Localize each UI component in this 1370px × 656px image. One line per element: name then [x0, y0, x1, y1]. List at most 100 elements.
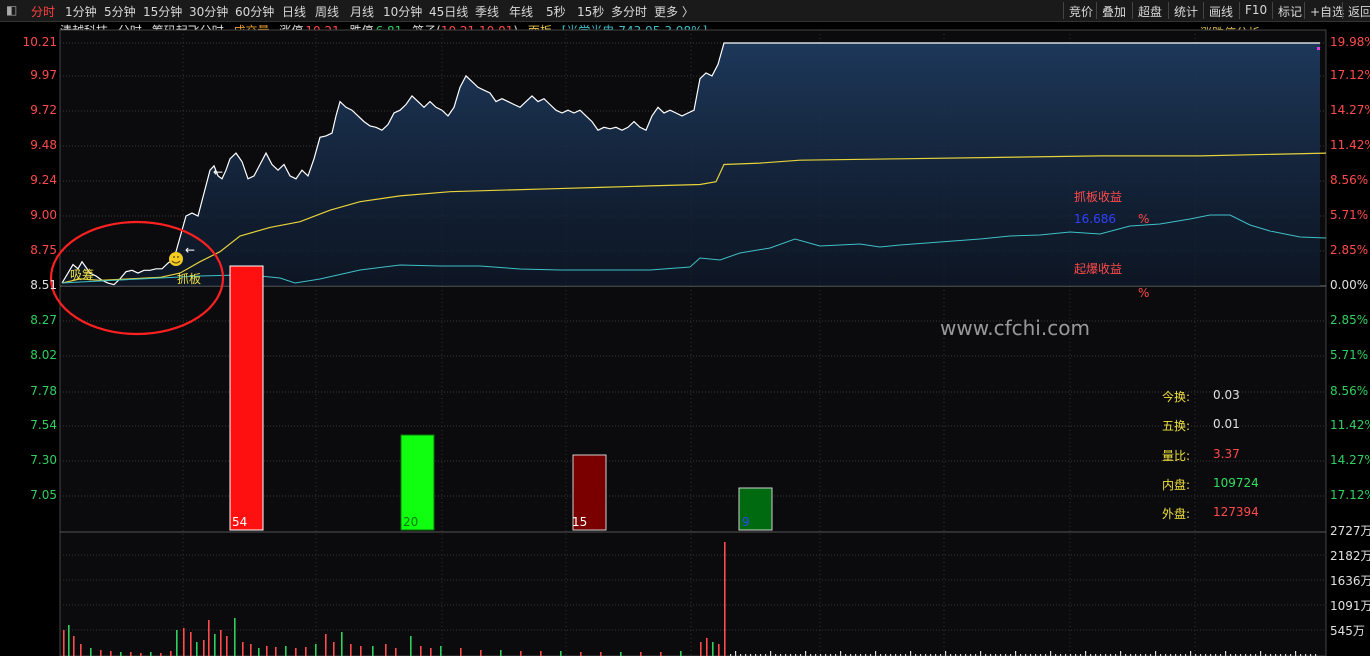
- stat-label: 量比:: [1162, 449, 1191, 463]
- price-axis-label: 9.00: [30, 208, 57, 222]
- volume-bar: [712, 642, 714, 656]
- stat-label: 外盘:: [1162, 507, 1191, 521]
- volume-bar: [150, 652, 152, 656]
- volume-bar: [350, 644, 352, 656]
- volume-bar: [176, 630, 178, 656]
- price-axis-label: 8.02: [30, 348, 57, 362]
- price-axis-label: 9.72: [30, 103, 57, 117]
- percent-axis-label: 0.00%: [1330, 278, 1369, 292]
- volume-bar: [910, 651, 912, 656]
- volume-bar: [410, 636, 412, 656]
- volume-bar: [208, 620, 210, 656]
- volume-bar: [130, 652, 132, 656]
- percent-axis-label: 8.56%: [1330, 173, 1369, 187]
- volume-bar: [580, 652, 582, 656]
- stat-label: 五换:: [1162, 419, 1191, 433]
- percent-axis-label: 14.27%: [1330, 453, 1370, 467]
- volume-bar: [325, 634, 327, 656]
- volume-bar: [620, 652, 622, 656]
- volume-bar: [305, 647, 307, 656]
- volume-bar: [500, 650, 502, 656]
- stat-label: 今换:: [1162, 390, 1191, 404]
- volume-bar: [520, 651, 522, 656]
- percent-axis-label: 14.27%: [1330, 103, 1370, 117]
- volume-bar: [1260, 651, 1262, 656]
- price-axis-label: 7.30: [30, 453, 57, 467]
- signal-bar-0: [229, 265, 264, 531]
- label-zhuaban: 抓板: [177, 272, 202, 286]
- volume-bar: [395, 648, 397, 656]
- volume-bar: [214, 634, 216, 656]
- volume-axis-label: 1636万: [1330, 574, 1370, 588]
- percent-axis-label: 19.98%: [1330, 35, 1370, 49]
- intraday-chart[interactable]: [0, 0, 1370, 656]
- volume-bar: [63, 630, 65, 656]
- volume-bar: [420, 646, 422, 656]
- volume-bar: [266, 646, 268, 656]
- percent-axis-label: 2.85%: [1330, 243, 1369, 257]
- percent-axis-label: 17.12%: [1330, 68, 1370, 82]
- volume-bar: [1295, 651, 1297, 656]
- volume-bar: [90, 648, 92, 656]
- price-axis-label: 8.51: [30, 278, 57, 292]
- volume-bar: [250, 644, 252, 656]
- percent-axis-label: 5.71%: [1330, 348, 1369, 362]
- price-axis-label: 7.05: [30, 488, 57, 502]
- volume-bar: [945, 651, 947, 656]
- signal-bar-label: 54: [232, 515, 248, 529]
- volume-bar: [680, 651, 682, 656]
- volume-bar: [840, 651, 842, 656]
- percent-axis-label: 11.42%: [1330, 138, 1370, 152]
- volume-axis-label: 2727万: [1330, 524, 1370, 538]
- volume-bar: [875, 651, 877, 656]
- volume-bar: [80, 644, 82, 656]
- volume-bar: [724, 542, 726, 656]
- volume-bar: [341, 632, 343, 656]
- volume-bar: [315, 644, 317, 656]
- volume-bar: [700, 642, 702, 656]
- volume-bar: [540, 651, 542, 656]
- zhuaban-profit-value: 16.686: [1074, 212, 1116, 226]
- label-qibao-profit: 起爆收益: [1074, 262, 1123, 276]
- price-axis-label: 7.54: [30, 418, 57, 432]
- volume-bar: [460, 648, 462, 656]
- volume-bar: [372, 646, 374, 656]
- volume-bar: [430, 648, 432, 656]
- volume-bar: [770, 651, 772, 656]
- volume-bar: [706, 638, 708, 656]
- volume-bar: [203, 640, 205, 656]
- volume-bar: [660, 652, 662, 656]
- stat-label: 内盘:: [1162, 478, 1191, 492]
- signal-bar-label: 15: [572, 515, 588, 529]
- volume-bar: [110, 651, 112, 656]
- percent-axis-label: 2.85%: [1330, 313, 1369, 327]
- volume-bar: [333, 642, 335, 656]
- volume-bar: [220, 630, 222, 656]
- volume-bar: [480, 650, 482, 656]
- volume-bar: [735, 651, 737, 656]
- volume-bar: [1015, 651, 1017, 656]
- watermark: www.cfchi.com: [940, 316, 1090, 340]
- percent-axis-label: 5.71%: [1330, 208, 1369, 222]
- signal-bar-label: 9: [742, 515, 750, 529]
- volume-bar: [1225, 651, 1227, 656]
- volume-bar: [190, 632, 192, 656]
- stat-value: 109724: [1213, 476, 1259, 490]
- volume-bar: [183, 628, 185, 656]
- signal-bar-label: 20: [403, 515, 419, 529]
- volume-bar: [360, 646, 362, 656]
- volume-bar: [196, 642, 198, 656]
- price-axis-label: 10.21: [22, 35, 57, 49]
- volume-bar: [234, 618, 236, 656]
- smiley-eye: [173, 256, 175, 258]
- price-axis-label: 9.48: [30, 138, 57, 152]
- volume-bar: [275, 647, 277, 656]
- qibao-pct-sign: %: [1138, 286, 1150, 300]
- stat-value: 0.03: [1213, 388, 1240, 402]
- volume-bar: [1120, 651, 1122, 656]
- volume-bar: [980, 651, 982, 656]
- price-axis-label: 9.97: [30, 68, 57, 82]
- volume-bar: [170, 651, 172, 656]
- volume-bar: [73, 636, 75, 656]
- volume-bar: [440, 646, 442, 656]
